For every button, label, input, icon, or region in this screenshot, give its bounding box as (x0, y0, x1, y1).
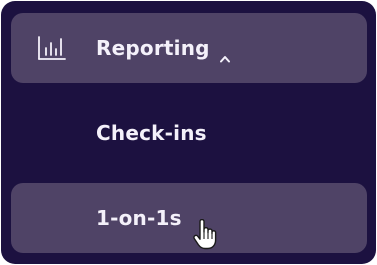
navigation-panel: Reporting Check-ins 1-on-1s (1, 1, 376, 264)
bar-chart-icon (37, 35, 67, 61)
nav-item-1-on-1s-label: 1-on-1s (96, 206, 182, 230)
nav-item-reporting-label: Reporting (96, 36, 210, 60)
chevron-up-icon (219, 44, 230, 63)
nav-item-reporting-label-wrap: Reporting (96, 36, 230, 63)
nav-item-reporting[interactable]: Reporting (11, 13, 367, 83)
nav-item-check-ins-label: Check-ins (96, 121, 207, 145)
hand-pointer-cursor-icon (192, 218, 218, 251)
nav-item-check-ins[interactable]: Check-ins (11, 98, 367, 168)
nav-item-1-on-1s[interactable]: 1-on-1s (11, 183, 367, 253)
